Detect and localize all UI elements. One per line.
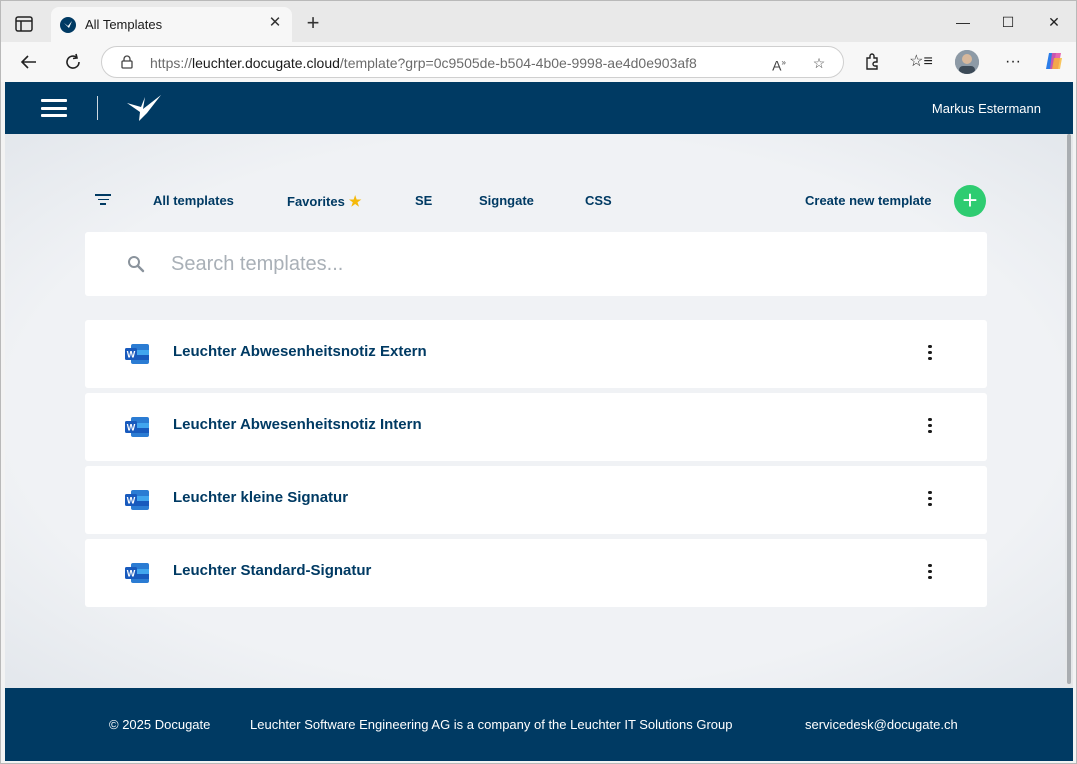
docugate-logo[interactable] <box>125 93 163 123</box>
svg-text:W: W <box>127 423 136 433</box>
create-template-button[interactable]: + <box>954 185 986 217</box>
search-box <box>85 232 987 296</box>
close-window-icon[interactable]: ✕ <box>1042 11 1066 33</box>
scrollbar-thumb[interactable] <box>1067 134 1071 684</box>
read-aloud-icon[interactable]: A» <box>768 52 790 74</box>
word-icon: W <box>125 562 149 584</box>
tab-signgate[interactable]: Signgate <box>479 193 534 208</box>
search-icon <box>127 255 145 273</box>
tab-favorites-label: Favorites <box>287 194 345 209</box>
new-tab-icon[interactable]: + <box>303 12 323 34</box>
main-content: All templates Favorites ★ SE Signgate CSS… <box>5 134 1065 688</box>
title-bar: All Templates ✕ + — ☐ ✕ <box>1 1 1076 42</box>
url-prefix: https:// <box>150 55 193 71</box>
more-vert-icon[interactable] <box>925 342 935 366</box>
svg-text:W: W <box>127 496 136 506</box>
scrollbar[interactable] <box>1065 134 1073 688</box>
svg-text:W: W <box>127 569 136 579</box>
template-row[interactable]: W Leuchter Abwesenheitsnotiz Extern <box>85 320 987 388</box>
footer-email-link[interactable]: servicedesk@docugate.ch <box>805 717 958 732</box>
word-icon: W <box>125 416 149 438</box>
browser-toolbar: https://leuchter.docugate.cloud/template… <box>1 42 1076 82</box>
docugate-favicon <box>60 17 76 33</box>
template-title[interactable]: Leuchter kleine Signatur <box>173 489 348 506</box>
template-row[interactable]: W Leuchter Abwesenheitsnotiz Intern <box>85 393 987 461</box>
svg-text:W: W <box>127 350 136 360</box>
tab-se[interactable]: SE <box>415 193 432 208</box>
filter-icon[interactable] <box>95 194 111 206</box>
app-viewport: Markus Estermann All templates Favorites… <box>5 82 1073 761</box>
browser-tab[interactable]: All Templates ✕ <box>51 7 292 42</box>
tab-actions-icon[interactable] <box>13 14 35 34</box>
minimize-icon[interactable]: — <box>951 11 975 33</box>
tab-all-templates[interactable]: All templates <box>153 193 234 208</box>
favorite-star-icon[interactable]: ☆ <box>808 52 830 74</box>
header-divider <box>97 96 98 120</box>
address-bar[interactable]: https://leuchter.docugate.cloud/template… <box>101 46 844 78</box>
template-title[interactable]: Leuchter Standard-Signatur <box>173 562 371 579</box>
word-icon: W <box>125 343 149 365</box>
back-icon[interactable] <box>17 50 41 74</box>
footer: © 2025 Docugate Leuchter Software Engine… <box>5 688 1073 761</box>
url-host: leuchter.docugate.cloud <box>192 55 340 71</box>
template-title[interactable]: Leuchter Abwesenheitsnotiz Extern <box>173 343 427 360</box>
extensions-icon[interactable] <box>860 50 884 74</box>
refresh-icon[interactable] <box>61 50 85 74</box>
menu-icon[interactable] <box>41 99 67 117</box>
tab-favorites[interactable]: Favorites ★ <box>287 193 361 210</box>
star-icon: ★ <box>348 193 362 209</box>
footer-copyright: © 2025 Docugate <box>109 717 211 732</box>
template-row[interactable]: W Leuchter Standard-Signatur <box>85 539 987 607</box>
template-title[interactable]: Leuchter Abwesenheitsnotiz Intern <box>173 416 422 433</box>
app-header: Markus Estermann <box>5 82 1073 134</box>
more-vert-icon[interactable] <box>925 561 935 585</box>
browser-window: All Templates ✕ + — ☐ ✕ https://leuchter… <box>0 0 1077 764</box>
more-vert-icon[interactable] <box>925 488 935 512</box>
url-path: /template?grp=0c9505de-b504-4b0e-9998-ae… <box>339 55 697 71</box>
profile-avatar[interactable] <box>955 50 979 74</box>
copilot-icon[interactable] <box>1042 50 1066 74</box>
more-vert-icon[interactable] <box>925 415 935 439</box>
favorites-icon[interactable]: ☆≡ <box>909 50 933 74</box>
search-input[interactable] <box>171 250 951 278</box>
tab-title: All Templates <box>85 17 163 32</box>
word-icon: W <box>125 489 149 511</box>
template-row[interactable]: W Leuchter kleine Signatur <box>85 466 987 534</box>
tab-css[interactable]: CSS <box>585 193 612 208</box>
footer-company: Leuchter Software Engineering AG is a co… <box>250 717 733 732</box>
url-text[interactable]: https://leuchter.docugate.cloud/template… <box>150 55 697 71</box>
close-tab-icon[interactable]: ✕ <box>266 14 284 32</box>
lock-icon[interactable] <box>120 55 134 69</box>
maximize-icon[interactable]: ☐ <box>996 11 1020 33</box>
create-template-label[interactable]: Create new template <box>805 193 931 208</box>
user-name[interactable]: Markus Estermann <box>932 101 1041 116</box>
more-options-icon[interactable]: ··· <box>1001 50 1025 74</box>
